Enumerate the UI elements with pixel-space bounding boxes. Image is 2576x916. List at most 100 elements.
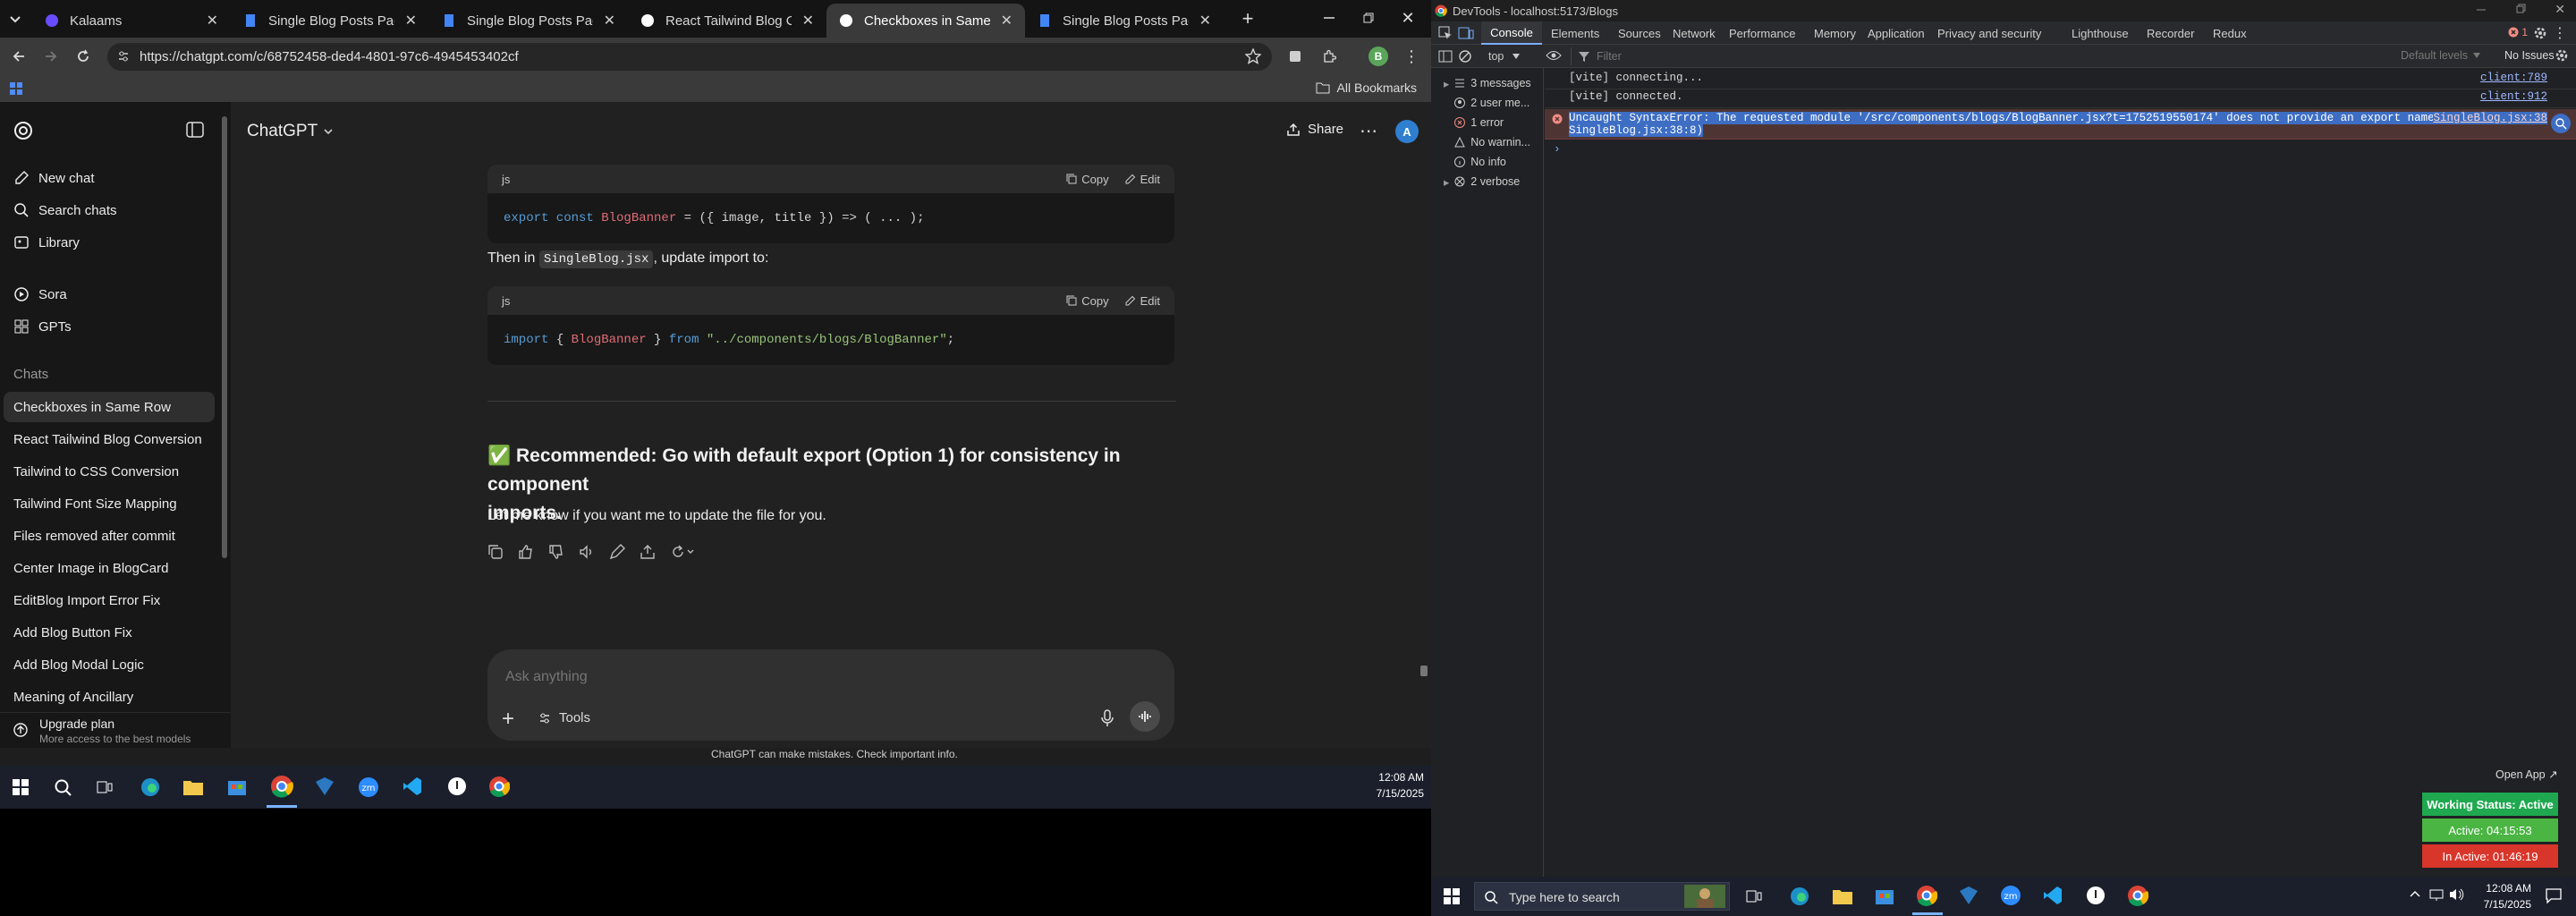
sidebar-scrollbar[interactable] [222,116,227,558]
all-bookmarks-button[interactable]: All Bookmarks [1316,81,1417,95]
windows-start-icon[interactable] [13,779,29,795]
add-attachment-icon[interactable]: + [502,707,514,732]
device-toolbar-icon[interactable] [1458,26,1474,40]
copy-code-button[interactable]: Copy [1066,294,1109,308]
close-tab-icon[interactable]: ✕ [405,12,417,30]
chat-item[interactable]: Files removed after commit [0,521,215,551]
regenerate-icon[interactable] [670,544,695,560]
notification-icon[interactable] [2546,887,2562,903]
clear-console-icon[interactable] [1458,49,1472,64]
tab-lighthouse[interactable]: Lighthouse [2072,21,2129,45]
edge-icon[interactable] [140,776,161,798]
task-view-icon[interactable] [1746,888,1762,904]
share-message-icon[interactable] [640,544,656,560]
browser-tab-4[interactable]: React Tailwind Blog Convers ✕ [628,4,826,38]
extension-icon[interactable] [1286,47,1304,65]
chrome-icon[interactable] [488,776,510,797]
volume-icon[interactable] [2449,887,2465,902]
tab-performance[interactable]: Performance [1729,21,1795,45]
tab-search-icon[interactable] [7,11,23,27]
profile-avatar[interactable]: B [1368,47,1388,66]
console-settings-icon[interactable] [2555,48,2569,63]
tab-redux[interactable]: Redux [2213,21,2247,45]
taskbar-search-box[interactable]: Type here to search [1474,882,1730,911]
task-view-icon[interactable] [97,779,113,795]
store-icon[interactable] [227,776,247,796]
console-prompt[interactable]: › [1545,143,2576,161]
chrome-icon[interactable] [270,775,293,798]
file-explorer-icon[interactable] [1832,887,1853,905]
chat-item[interactable]: React Tailwind Blog Conversion [0,424,215,454]
close-tab-icon[interactable]: ✕ [207,12,218,30]
vpn-app-icon[interactable] [1959,886,1979,905]
live-expression-eye-icon[interactable] [1546,49,1562,62]
sora-item[interactable]: Sora [0,279,215,310]
chrome-icon[interactable] [2127,885,2148,906]
voice-mode-button[interactable] [1130,701,1160,732]
github-desktop-icon[interactable] [447,776,467,796]
sidebar-info[interactable]: ▸No info [1444,153,1506,171]
explain-error-icon[interactable] [2551,114,2571,133]
tab-elements[interactable]: Elements [1551,21,1599,45]
thumbs-down-icon[interactable] [548,544,564,560]
chat-item[interactable]: EditBlog Import Error Fix [0,585,215,615]
reload-icon[interactable] [73,47,93,66]
tools-button[interactable]: Tools [538,710,590,725]
microphone-icon[interactable] [1099,708,1115,728]
error-count-badge[interactable]: 1 [2508,26,2528,38]
search-icon[interactable] [54,778,72,796]
filter-input[interactable] [1597,50,2312,63]
issues-counter[interactable]: No Issues [2504,49,2555,62]
forward-icon[interactable] [41,47,61,66]
account-avatar[interactable]: A [1395,120,1419,143]
vscode-icon[interactable] [402,776,422,796]
more-options-icon[interactable]: ⋮ [2553,24,2567,42]
vpn-app-icon[interactable] [315,776,335,796]
browser-tab-5[interactable]: Checkboxes in Same Row ✕ [826,4,1025,38]
tab-memory[interactable]: Memory [1814,21,1856,45]
tab-recorder[interactable]: Recorder [2147,21,2194,45]
browser-tab-2[interactable]: Single Blog Posts Page Desig ✕ [231,4,429,38]
read-aloud-icon[interactable] [579,544,595,560]
chat-item[interactable]: Checkboxes in Same Row [4,392,215,422]
thumbs-up-icon[interactable] [518,544,534,560]
prompt-input[interactable] [505,666,1131,689]
main-scrollbar[interactable] [1420,666,1428,676]
edit-code-button[interactable]: Edit [1125,173,1160,186]
new-chat-item[interactable]: New chat [0,163,215,193]
hidden-icons-chevron-icon[interactable] [2410,889,2420,898]
copy-message-icon[interactable] [487,544,504,560]
store-icon[interactable] [1875,886,1894,905]
sidebar-errors[interactable]: ▸1 error [1444,114,1504,131]
network-icon[interactable] [2429,887,2444,902]
console-filter[interactable] [1571,47,2376,65]
zoom-icon[interactable]: zm [358,776,379,798]
chat-item[interactable]: Tailwind to CSS Conversion [0,456,215,487]
chat-item[interactable]: Add Blog Modal Logic [0,649,215,680]
minimize-icon[interactable] [1318,7,1340,29]
extensions-puzzle-icon[interactable] [1320,47,1338,65]
search-chats-item[interactable]: Search chats [0,195,215,225]
close-tab-icon[interactable]: ✕ [1199,12,1211,30]
restore-icon[interactable] [1358,7,1379,29]
site-info-icon[interactable] [116,49,131,64]
edge-icon[interactable] [1789,886,1810,907]
inspect-element-icon[interactable] [1438,26,1453,40]
model-selector[interactable]: ChatGPT [247,122,334,141]
github-desktop-icon[interactable] [2086,886,2106,905]
sidebar-messages[interactable]: ▸ 3 messages [1444,74,1531,92]
bookmark-star-icon[interactable] [1245,48,1261,64]
settings-gear-icon[interactable] [2533,26,2547,40]
chrome-menu-icon[interactable]: ⋮ [1402,47,1420,66]
tab-network[interactable]: Network [1673,21,1716,45]
sidebar-toggle-icon[interactable] [1438,49,1453,64]
close-tab-icon[interactable]: ✕ [604,12,615,30]
back-icon[interactable] [9,47,29,66]
edit-code-button[interactable]: Edit [1125,294,1160,308]
windows-start-icon[interactable] [1444,888,1460,904]
log-levels-dropdown[interactable]: Default levels [2401,49,2481,62]
tab-application[interactable]: Application [1868,21,1925,45]
sidebar-verbose[interactable]: ▸ 2 verbose [1444,173,1520,191]
chat-item[interactable]: Meaning of Ancillary [0,682,215,712]
vscode-icon[interactable] [2043,886,2063,905]
